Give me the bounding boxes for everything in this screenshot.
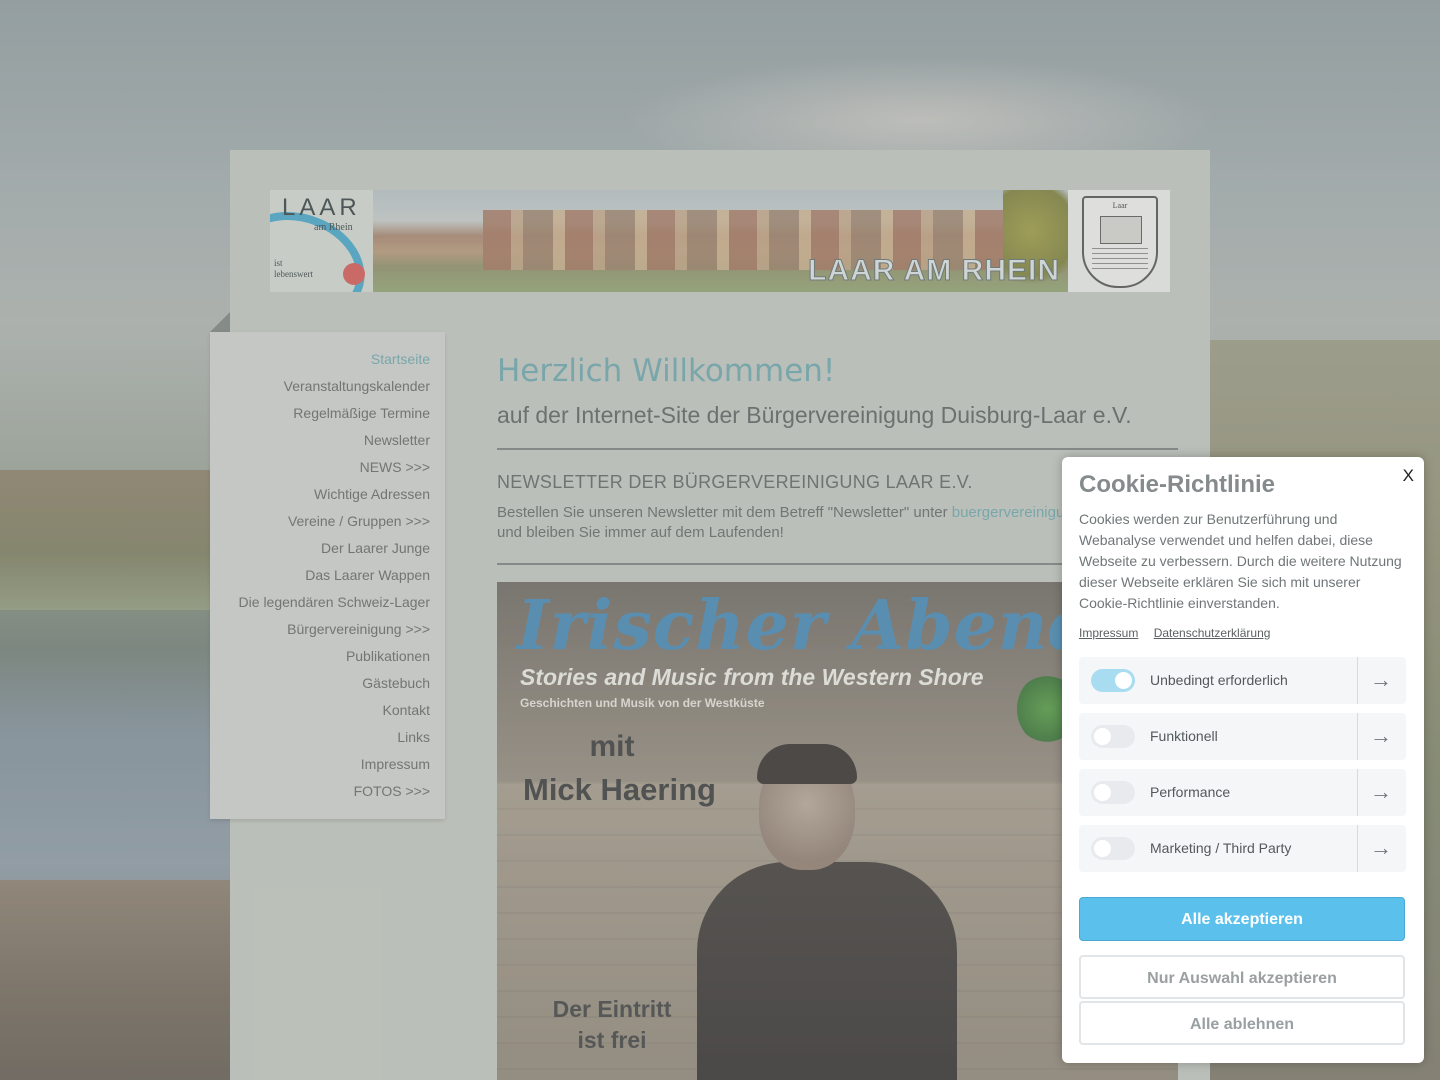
cookie-description: Cookies werden zur Benutzerführung und W… [1079, 511, 1402, 611]
category-separator [1357, 825, 1358, 872]
cookie-category-performance: Performance → [1079, 769, 1406, 816]
accept-all-button[interactable]: Alle akzeptieren [1079, 897, 1405, 941]
category-label: Marketing / Third Party [1150, 840, 1292, 856]
toggle-knob [1094, 840, 1111, 857]
toggle-marketing[interactable] [1091, 837, 1135, 860]
category-separator [1357, 769, 1358, 816]
cookie-category-necessary: Unbedingt erforderlich → [1079, 657, 1406, 704]
category-separator [1357, 713, 1358, 760]
toggle-knob [1094, 728, 1111, 745]
toggle-knob [1094, 784, 1111, 801]
decline-all-button[interactable]: Alle ablehnen [1079, 1001, 1405, 1045]
accept-selection-button[interactable]: Nur Auswahl akzeptieren [1079, 955, 1405, 999]
toggle-performance[interactable] [1091, 781, 1135, 804]
cookie-impressum-link[interactable]: Impressum [1079, 626, 1138, 640]
cookie-datenschutz-link[interactable]: Datenschutzerklärung [1154, 626, 1271, 640]
arrow-right-icon[interactable]: → [1370, 667, 1392, 693]
arrow-right-icon[interactable]: → [1370, 835, 1392, 861]
toggle-necessary[interactable] [1091, 669, 1135, 692]
arrow-right-icon[interactable]: → [1370, 723, 1392, 749]
cookie-links: Impressum Datenschutzerklärung [1079, 626, 1282, 640]
cookie-category-marketing: Marketing / Third Party → [1079, 825, 1406, 872]
category-separator [1357, 657, 1358, 704]
category-label: Funktionell [1150, 728, 1218, 744]
close-icon[interactable]: X [1403, 466, 1414, 486]
toggle-knob [1115, 672, 1132, 689]
toggle-functional[interactable] [1091, 725, 1135, 748]
arrow-right-icon[interactable]: → [1370, 779, 1392, 805]
category-label: Performance [1150, 784, 1231, 800]
cookie-title: Cookie-Richtlinie [1079, 471, 1276, 498]
cookie-dialog: X Cookie-Richtlinie Cookies werden zur B… [1062, 457, 1424, 1063]
cookie-category-functional: Funktionell → [1079, 713, 1406, 760]
category-label: Unbedingt erforderlich [1150, 672, 1288, 688]
